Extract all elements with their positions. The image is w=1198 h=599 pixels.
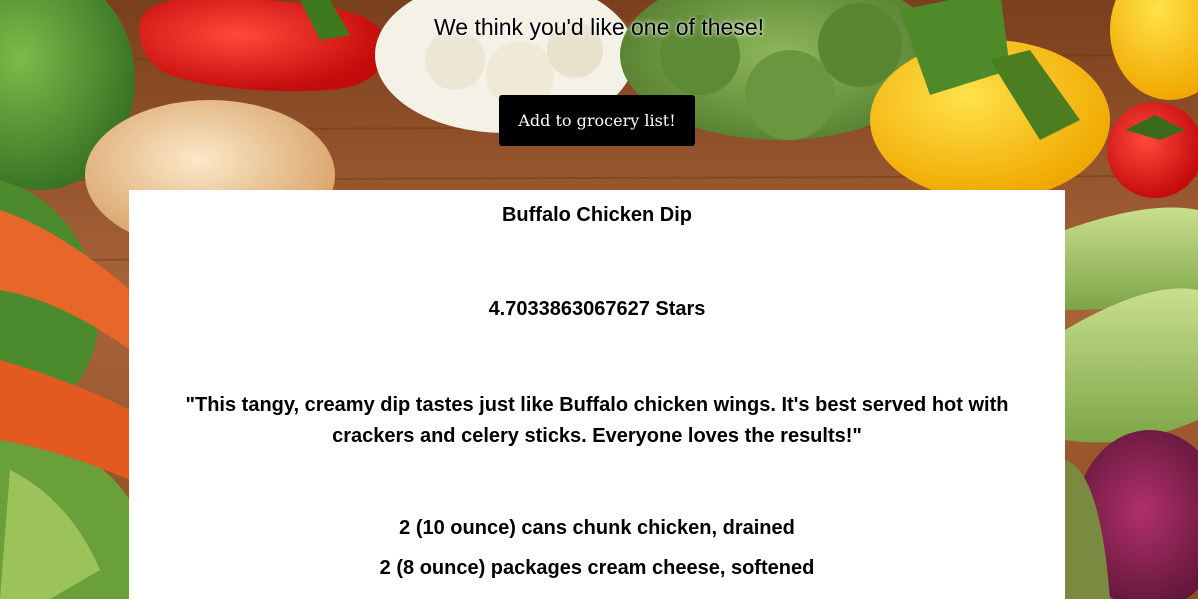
- recommendation-headline: We think you'd like one of these!: [434, 14, 764, 40]
- add-to-grocery-list-button[interactable]: Add to grocery list!: [499, 95, 695, 146]
- recipe-rating: 4.7033863067627 Stars: [488, 298, 706, 320]
- ingredient-list: 2 (10 ounce) cans chunk chicken, drained…: [129, 516, 1065, 596]
- ingredient-item: 2 (8 ounce) packages cream cheese, softe…: [379, 557, 815, 579]
- ingredient-item: 2 (10 ounce) cans chunk chicken, drained: [399, 517, 795, 539]
- recipe-card: Buffalo Chicken Dip 4.7033863067627 Star…: [129, 190, 1065, 599]
- recipe-description: "This tangy, creamy dip tastes just like…: [185, 394, 1009, 447]
- recipe-title: Buffalo Chicken Dip: [501, 204, 692, 226]
